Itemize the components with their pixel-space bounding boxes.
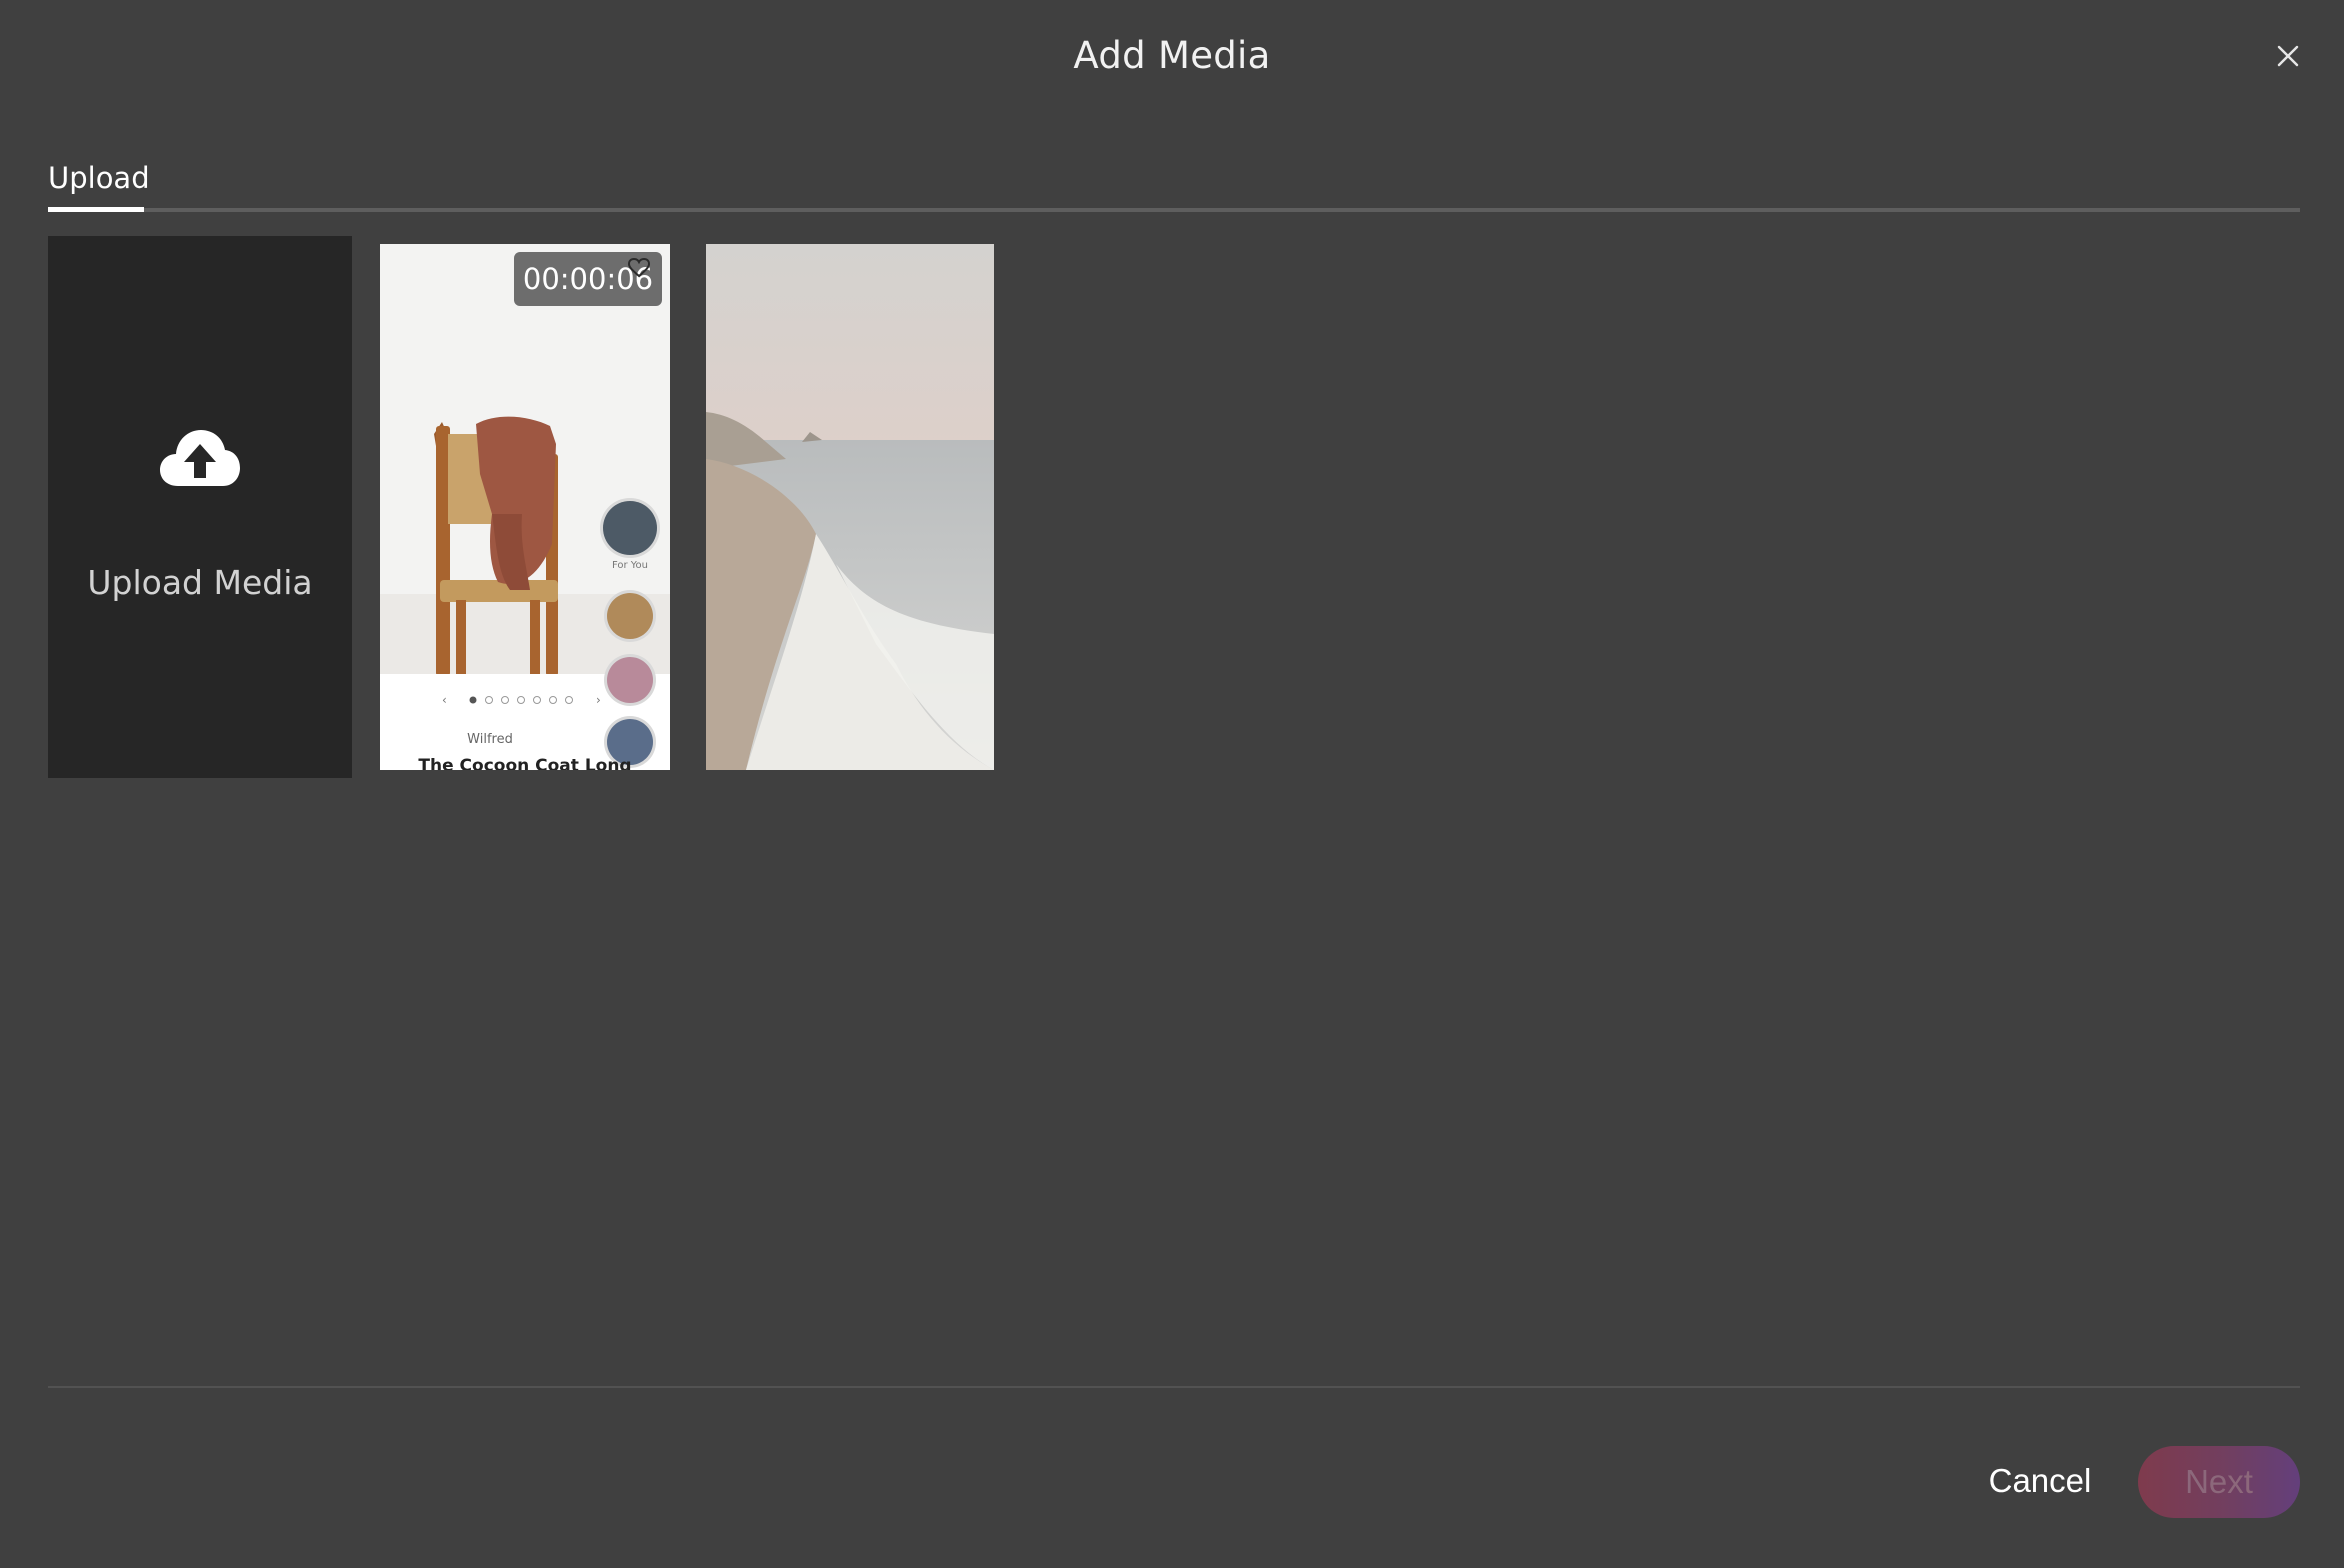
cancel-button[interactable]: Cancel	[1960, 1450, 2120, 1512]
heart-icon[interactable]	[628, 258, 650, 278]
thumbnail-product-title: The Cocoon Coat Long	[418, 756, 632, 770]
thumbnail-brand: Wilfred	[467, 732, 513, 747]
footer-divider	[48, 1386, 2300, 1388]
svg-text:‹: ‹	[442, 693, 447, 707]
svg-text:›: ›	[596, 693, 601, 707]
close-button[interactable]	[2270, 38, 2306, 74]
video-thumbnail-image: ‹ ›	[380, 244, 670, 770]
media-thumbnail-video[interactable]: ‹ › For You Wilfred The Cocoon Coat Long…	[380, 244, 670, 770]
active-tab-indicator	[48, 207, 144, 212]
beach-thumbnail-image	[706, 244, 994, 770]
next-button[interactable]: Next	[2138, 1446, 2300, 1518]
close-icon	[2277, 45, 2299, 67]
tab-upload[interactable]: Upload	[48, 148, 150, 208]
upload-media-label: Upload Media	[87, 563, 313, 602]
modal-title: Add Media	[1073, 34, 1271, 77]
upload-media-button[interactable]: Upload Media	[48, 236, 352, 778]
thumbnail-bubble-label: For You	[611, 560, 649, 571]
tab-bar: Upload	[48, 140, 2300, 212]
media-thumbnail-image[interactable]	[706, 244, 994, 770]
cloud-upload-icon	[160, 430, 240, 486]
